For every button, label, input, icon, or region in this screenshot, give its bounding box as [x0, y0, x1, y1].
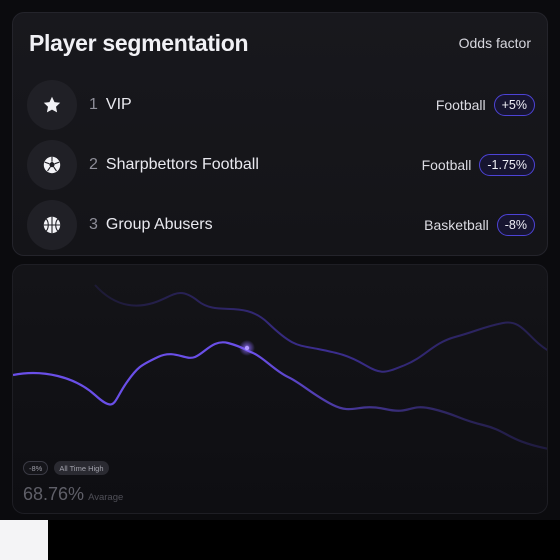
segment-avatar [27, 140, 77, 190]
segment-meta: Football -1.75% [422, 154, 535, 176]
segment-avatar [27, 80, 77, 130]
all-time-high-tag: All Time High [54, 461, 109, 475]
segment-meta: Basketball -8% [424, 214, 535, 236]
segment-row-vip[interactable]: 1 VIP Football +5% [27, 75, 535, 135]
bottom-light-strip [0, 520, 48, 560]
average-value: 68.76% [23, 484, 85, 504]
bottom-dark-strip [48, 520, 560, 560]
page: Player segmentation Odds factor 1 VIP Fo… [0, 0, 560, 560]
segment-meta: Football +5% [436, 94, 535, 116]
segment-rank: 3 [89, 216, 98, 233]
series-line-primary [13, 341, 547, 450]
segment-sport: Basketball [424, 217, 489, 233]
segment-avatar [27, 200, 77, 250]
segment-row-sharpbettors[interactable]: 2 Sharpbettors Football Football -1.75% [27, 135, 535, 195]
change-badge: -8% [23, 461, 49, 475]
segment-sport: Football [421, 157, 472, 173]
segment-row-group-abusers[interactable]: 3 Group Abusers Basketball -8% [27, 195, 535, 255]
average-stat: 68.76% Avarage [23, 484, 123, 505]
highlight-point-core [244, 345, 250, 351]
football-icon [43, 156, 61, 174]
player-segmentation-card: Player segmentation Odds factor 1 VIP Fo… [12, 12, 548, 256]
average-label: Avarage [88, 492, 124, 503]
segment-sport: Football [435, 97, 486, 113]
odds-factor-badge: +5% [493, 94, 535, 116]
segment-rank: 1 [89, 96, 98, 113]
segment-name: Sharpbettors Football [105, 156, 259, 173]
series-line-secondary [94, 284, 547, 373]
basketball-icon [43, 216, 61, 234]
trend-chart-card: -8% All Time High 68.76% Avarage [12, 264, 548, 514]
star-icon [43, 96, 61, 113]
segment-rank: 2 [89, 156, 98, 173]
segment-name: Group Abusers [105, 216, 213, 233]
segment-name: VIP [105, 96, 132, 113]
trend-chart [13, 284, 547, 450]
odds-factor-header: Odds factor [458, 35, 531, 51]
segment-list: 1 VIP Football +5% 2 Sharpbettors Footba… [27, 75, 535, 255]
stat-badges: -8% All Time High [23, 461, 109, 475]
odds-factor-badge: -8% [496, 214, 535, 236]
odds-factor-badge: -1.75% [479, 154, 535, 176]
card-title: Player segmentation [29, 30, 249, 56]
